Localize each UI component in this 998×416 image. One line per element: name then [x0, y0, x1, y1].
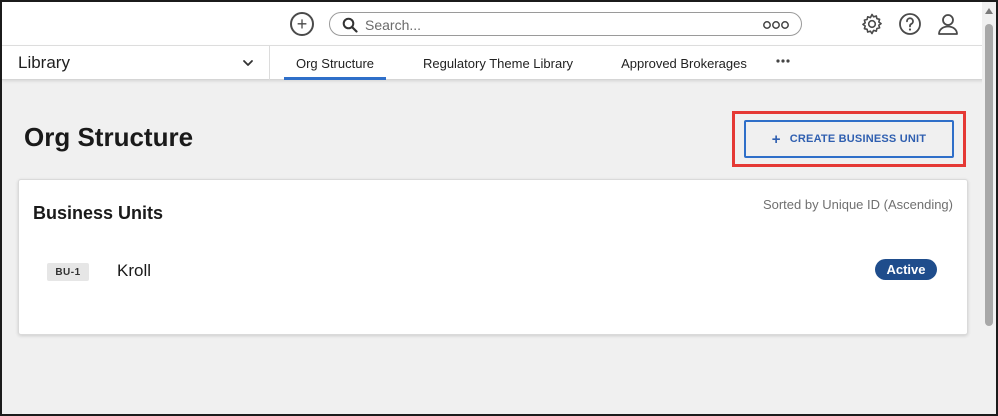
tab-org-structure[interactable]: Org Structure [284, 46, 386, 80]
module-navbar: Library Org Structure Regulatory Theme L… [2, 46, 996, 80]
plus-icon: + [296, 14, 308, 34]
settings-icon[interactable] [860, 12, 884, 36]
card-title: Business Units [33, 203, 164, 223]
search-bar[interactable]: Search... [329, 12, 802, 36]
scroll-up-arrow-icon[interactable] [985, 8, 993, 14]
create-business-unit-label: CREATE BUSINESS UNIT [789, 133, 927, 145]
scrollbar[interactable] [982, 2, 996, 414]
chevron-down-icon [243, 60, 253, 66]
plus-icon: + [771, 130, 781, 148]
business-unit-name[interactable]: Kroll [117, 261, 151, 281]
business-units-card: Business Units Sorted by Unique ID (Asce… [18, 179, 968, 335]
library-dropdown-label: Library [18, 53, 70, 72]
page-title: Org Structure [24, 122, 194, 152]
user-icon[interactable] [936, 12, 960, 36]
help-icon[interactable] [898, 12, 922, 36]
search-icon [342, 17, 358, 33]
tab-regulatory-theme-library[interactable]: Regulatory Theme Library [414, 46, 582, 80]
top-bar: + Search... [2, 2, 996, 46]
tab-approved-brokerages[interactable]: Approved Brokerages [614, 46, 754, 80]
unique-id-badge: BU-1 [47, 263, 89, 281]
more-options-icon[interactable] [763, 20, 789, 30]
create-business-unit-button[interactable]: + CREATE BUSINESS UNIT [744, 120, 954, 158]
add-button[interactable]: + [290, 12, 314, 36]
business-unit-row[interactable]: BU-1 Kroll Active [19, 252, 967, 292]
status-badge: Active [875, 259, 937, 280]
library-dropdown[interactable]: Library [2, 46, 270, 80]
search-input[interactable]: Search... [365, 17, 421, 33]
app-window: + Search... Library Org Structure Regula… [0, 0, 998, 416]
more-tabs-icon[interactable] [776, 58, 790, 64]
scrollbar-thumb[interactable] [985, 24, 993, 326]
sort-indicator[interactable]: Sorted by Unique ID (Ascending) [763, 197, 953, 212]
